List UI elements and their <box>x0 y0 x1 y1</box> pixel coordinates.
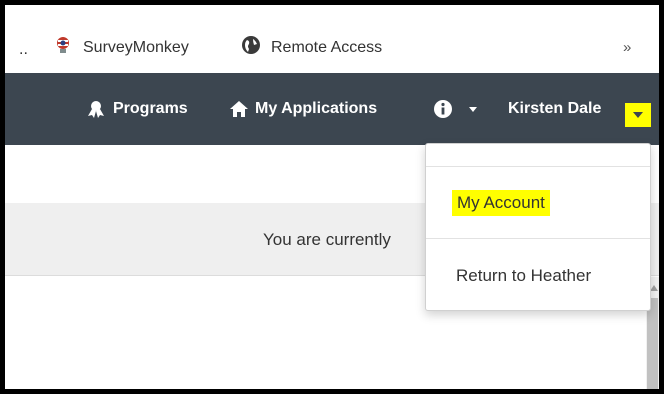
bookmark-label: Remote Access <box>271 38 383 56</box>
top-navbar: Programs My Applications Kirsten Dale <box>5 73 659 145</box>
bookmark-surveymonkey[interactable]: SurveyMonkey <box>53 35 189 60</box>
bookmark-label: SurveyMonkey <box>83 38 189 56</box>
nav-programs-label: Programs <box>113 100 188 117</box>
scrollbar-thumb[interactable] <box>647 298 658 389</box>
chevron-down-icon <box>633 112 643 118</box>
browser-frame: .. SurveyMonkey Remote Access » Programs… <box>0 0 664 394</box>
surveymonkey-logo-icon <box>53 35 73 60</box>
home-icon <box>230 101 248 117</box>
menu-divider <box>426 166 650 167</box>
user-menu-toggle[interactable]: Kirsten Dale <box>508 73 601 145</box>
notice-text: You are currently <box>263 230 391 249</box>
nav-my-applications-label: My Applications <box>255 100 378 117</box>
bookmarks-ellipsis[interactable]: .. <box>19 41 28 59</box>
globe-icon <box>241 35 261 60</box>
bookmarks-bar: .. SurveyMonkey Remote Access » <box>5 5 659 74</box>
menu-item-return-to-heather[interactable]: Return to Heather <box>456 266 591 286</box>
scroll-up-arrow-icon[interactable] <box>650 285 658 291</box>
chevron-down-icon <box>469 106 477 112</box>
user-menu-caret-button[interactable] <box>625 103 651 127</box>
menu-item-my-account[interactable]: My Account <box>452 190 550 216</box>
info-menu-toggle[interactable] <box>433 73 477 145</box>
menu-divider <box>426 238 650 239</box>
bookmarks-overflow-button[interactable]: » <box>623 39 631 56</box>
nav-my-applications[interactable]: My Applications <box>229 73 377 145</box>
nav-programs[interactable]: Programs <box>85 73 188 145</box>
award-icon <box>88 101 104 118</box>
user-dropdown-menu: My Account Return to Heather <box>425 143 651 311</box>
user-name: Kirsten Dale <box>508 100 602 117</box>
bookmark-remote-access[interactable]: Remote Access <box>241 35 382 60</box>
info-icon <box>434 100 452 118</box>
